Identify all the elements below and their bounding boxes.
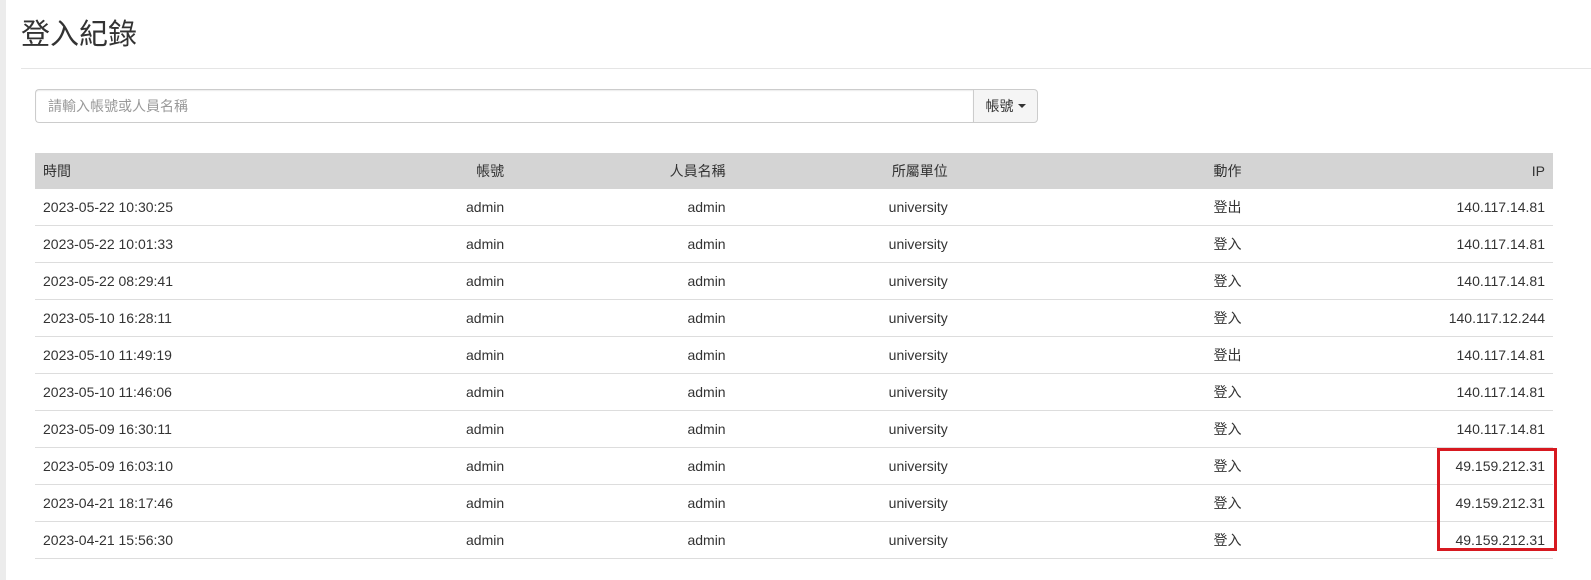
- page-title: 登入紀錄: [21, 17, 138, 51]
- cell-account: admin: [305, 447, 513, 485]
- cell-unit: university: [733, 410, 956, 448]
- cell-unit: university: [733, 262, 956, 300]
- header-action: 動作: [1213, 163, 1242, 179]
- cell-account: admin: [305, 225, 513, 263]
- cell-time: 2023-05-22 10:30:25: [35, 189, 306, 226]
- cell-time: 2023-05-22 10:01:33: [35, 225, 306, 263]
- cell-account: admin: [305, 484, 513, 522]
- table-header-row: 時間 帳號 人員名稱 所屬單位 動作 IP: [35, 153, 1553, 189]
- cell-unit: university: [733, 336, 956, 374]
- table-row: 2023-04-21 18:17:46 admin admin universi…: [35, 484, 1553, 522]
- header-unit: 所屬單位: [891, 163, 948, 179]
- cell-account: admin: [305, 189, 513, 226]
- cell-time: 2023-04-21 15:56:30: [35, 521, 306, 559]
- cell-account: admin: [305, 373, 513, 411]
- search-field-dropdown[interactable]: 帳號: [973, 89, 1038, 123]
- table-row: 2023-05-22 10:30:25 admin admin universi…: [35, 189, 1553, 226]
- cell-action: 登入: [955, 373, 1250, 411]
- cell-name: admin: [512, 373, 734, 411]
- cell-account: admin: [305, 410, 513, 448]
- left-edge-strip: [0, 0, 6, 580]
- cell-action: 登入: [955, 225, 1250, 263]
- cell-name: admin: [512, 484, 734, 522]
- cell-ip: 140.117.14.81: [1249, 225, 1553, 263]
- cell-name: admin: [512, 336, 734, 374]
- cell-time: 2023-05-09 16:30:11: [35, 410, 306, 448]
- table-row: 2023-04-21 15:56:30 admin admin universi…: [35, 521, 1553, 559]
- cell-action: 登入: [955, 484, 1250, 522]
- cell-unit: university: [733, 225, 956, 263]
- cell-time: 2023-04-21 18:17:46: [35, 484, 306, 522]
- cell-time: 2023-05-10 11:49:19: [35, 336, 306, 374]
- cell-unit: university: [733, 521, 956, 559]
- ip-highlight-box: [1437, 448, 1557, 551]
- login-log-table: 時間 帳號 人員名稱 所屬單位 動作 IP 2023-05-22 10:30:2…: [35, 153, 1553, 559]
- cell-account: admin: [305, 336, 513, 374]
- title-divider: [21, 68, 1591, 69]
- cell-account: admin: [305, 299, 513, 337]
- cell-action: 登出: [955, 189, 1250, 226]
- cell-time: 2023-05-09 16:03:10: [35, 447, 306, 485]
- cell-ip: 140.117.14.81: [1249, 373, 1553, 411]
- header-name: 人員名稱: [669, 163, 726, 179]
- cell-action: 登入: [955, 299, 1250, 337]
- cell-name: admin: [512, 225, 734, 263]
- table-row: 2023-05-10 16:28:11 admin admin universi…: [35, 299, 1553, 337]
- cell-account: admin: [305, 262, 513, 300]
- cell-unit: university: [733, 447, 956, 485]
- cell-action: 登入: [955, 521, 1250, 559]
- header-ip: IP: [1531, 163, 1545, 179]
- cell-action: 登入: [955, 410, 1250, 448]
- cell-name: admin: [512, 410, 734, 448]
- cell-name: admin: [512, 189, 734, 226]
- cell-ip: 140.117.14.81: [1249, 336, 1553, 374]
- cell-time: 2023-05-10 16:28:11: [35, 299, 306, 337]
- cell-unit: university: [733, 299, 956, 337]
- caret-down-icon: [1017, 104, 1026, 108]
- table-row: 2023-05-09 16:30:11 admin admin universi…: [35, 410, 1553, 448]
- table-row: 2023-05-22 08:29:41 admin admin universi…: [35, 262, 1553, 300]
- header-time: 時間: [43, 163, 71, 179]
- cell-account: admin: [305, 521, 513, 559]
- search-input[interactable]: [35, 89, 973, 123]
- search-group: 帳號: [35, 89, 1038, 123]
- cell-action: 登入: [955, 262, 1250, 300]
- cell-ip: 140.117.14.81: [1249, 189, 1553, 226]
- cell-name: admin: [512, 521, 734, 559]
- table-row: 2023-05-22 10:01:33 admin admin universi…: [35, 225, 1553, 263]
- cell-name: admin: [512, 262, 734, 300]
- search-field-label: 帳號: [985, 98, 1014, 114]
- table-row: 2023-05-09 16:03:10 admin admin universi…: [35, 447, 1553, 485]
- cell-unit: university: [733, 189, 956, 226]
- cell-action: 登入: [955, 447, 1250, 485]
- cell-unit: university: [733, 484, 956, 522]
- cell-ip: 140.117.14.81: [1249, 262, 1553, 300]
- table-body: 2023-05-22 10:30:25 admin admin universi…: [35, 189, 1553, 559]
- cell-name: admin: [512, 299, 734, 337]
- cell-time: 2023-05-22 08:29:41: [35, 262, 306, 300]
- cell-ip: 140.117.14.81: [1249, 410, 1553, 448]
- cell-action: 登出: [955, 336, 1250, 374]
- table-row: 2023-05-10 11:46:06 admin admin universi…: [35, 373, 1553, 411]
- cell-unit: university: [733, 373, 956, 411]
- cell-time: 2023-05-10 11:46:06: [35, 373, 306, 411]
- table-row: 2023-05-10 11:49:19 admin admin universi…: [35, 336, 1553, 374]
- cell-ip: 140.117.12.244: [1249, 299, 1553, 337]
- header-account: 帳號: [476, 163, 505, 179]
- cell-name: admin: [512, 447, 734, 485]
